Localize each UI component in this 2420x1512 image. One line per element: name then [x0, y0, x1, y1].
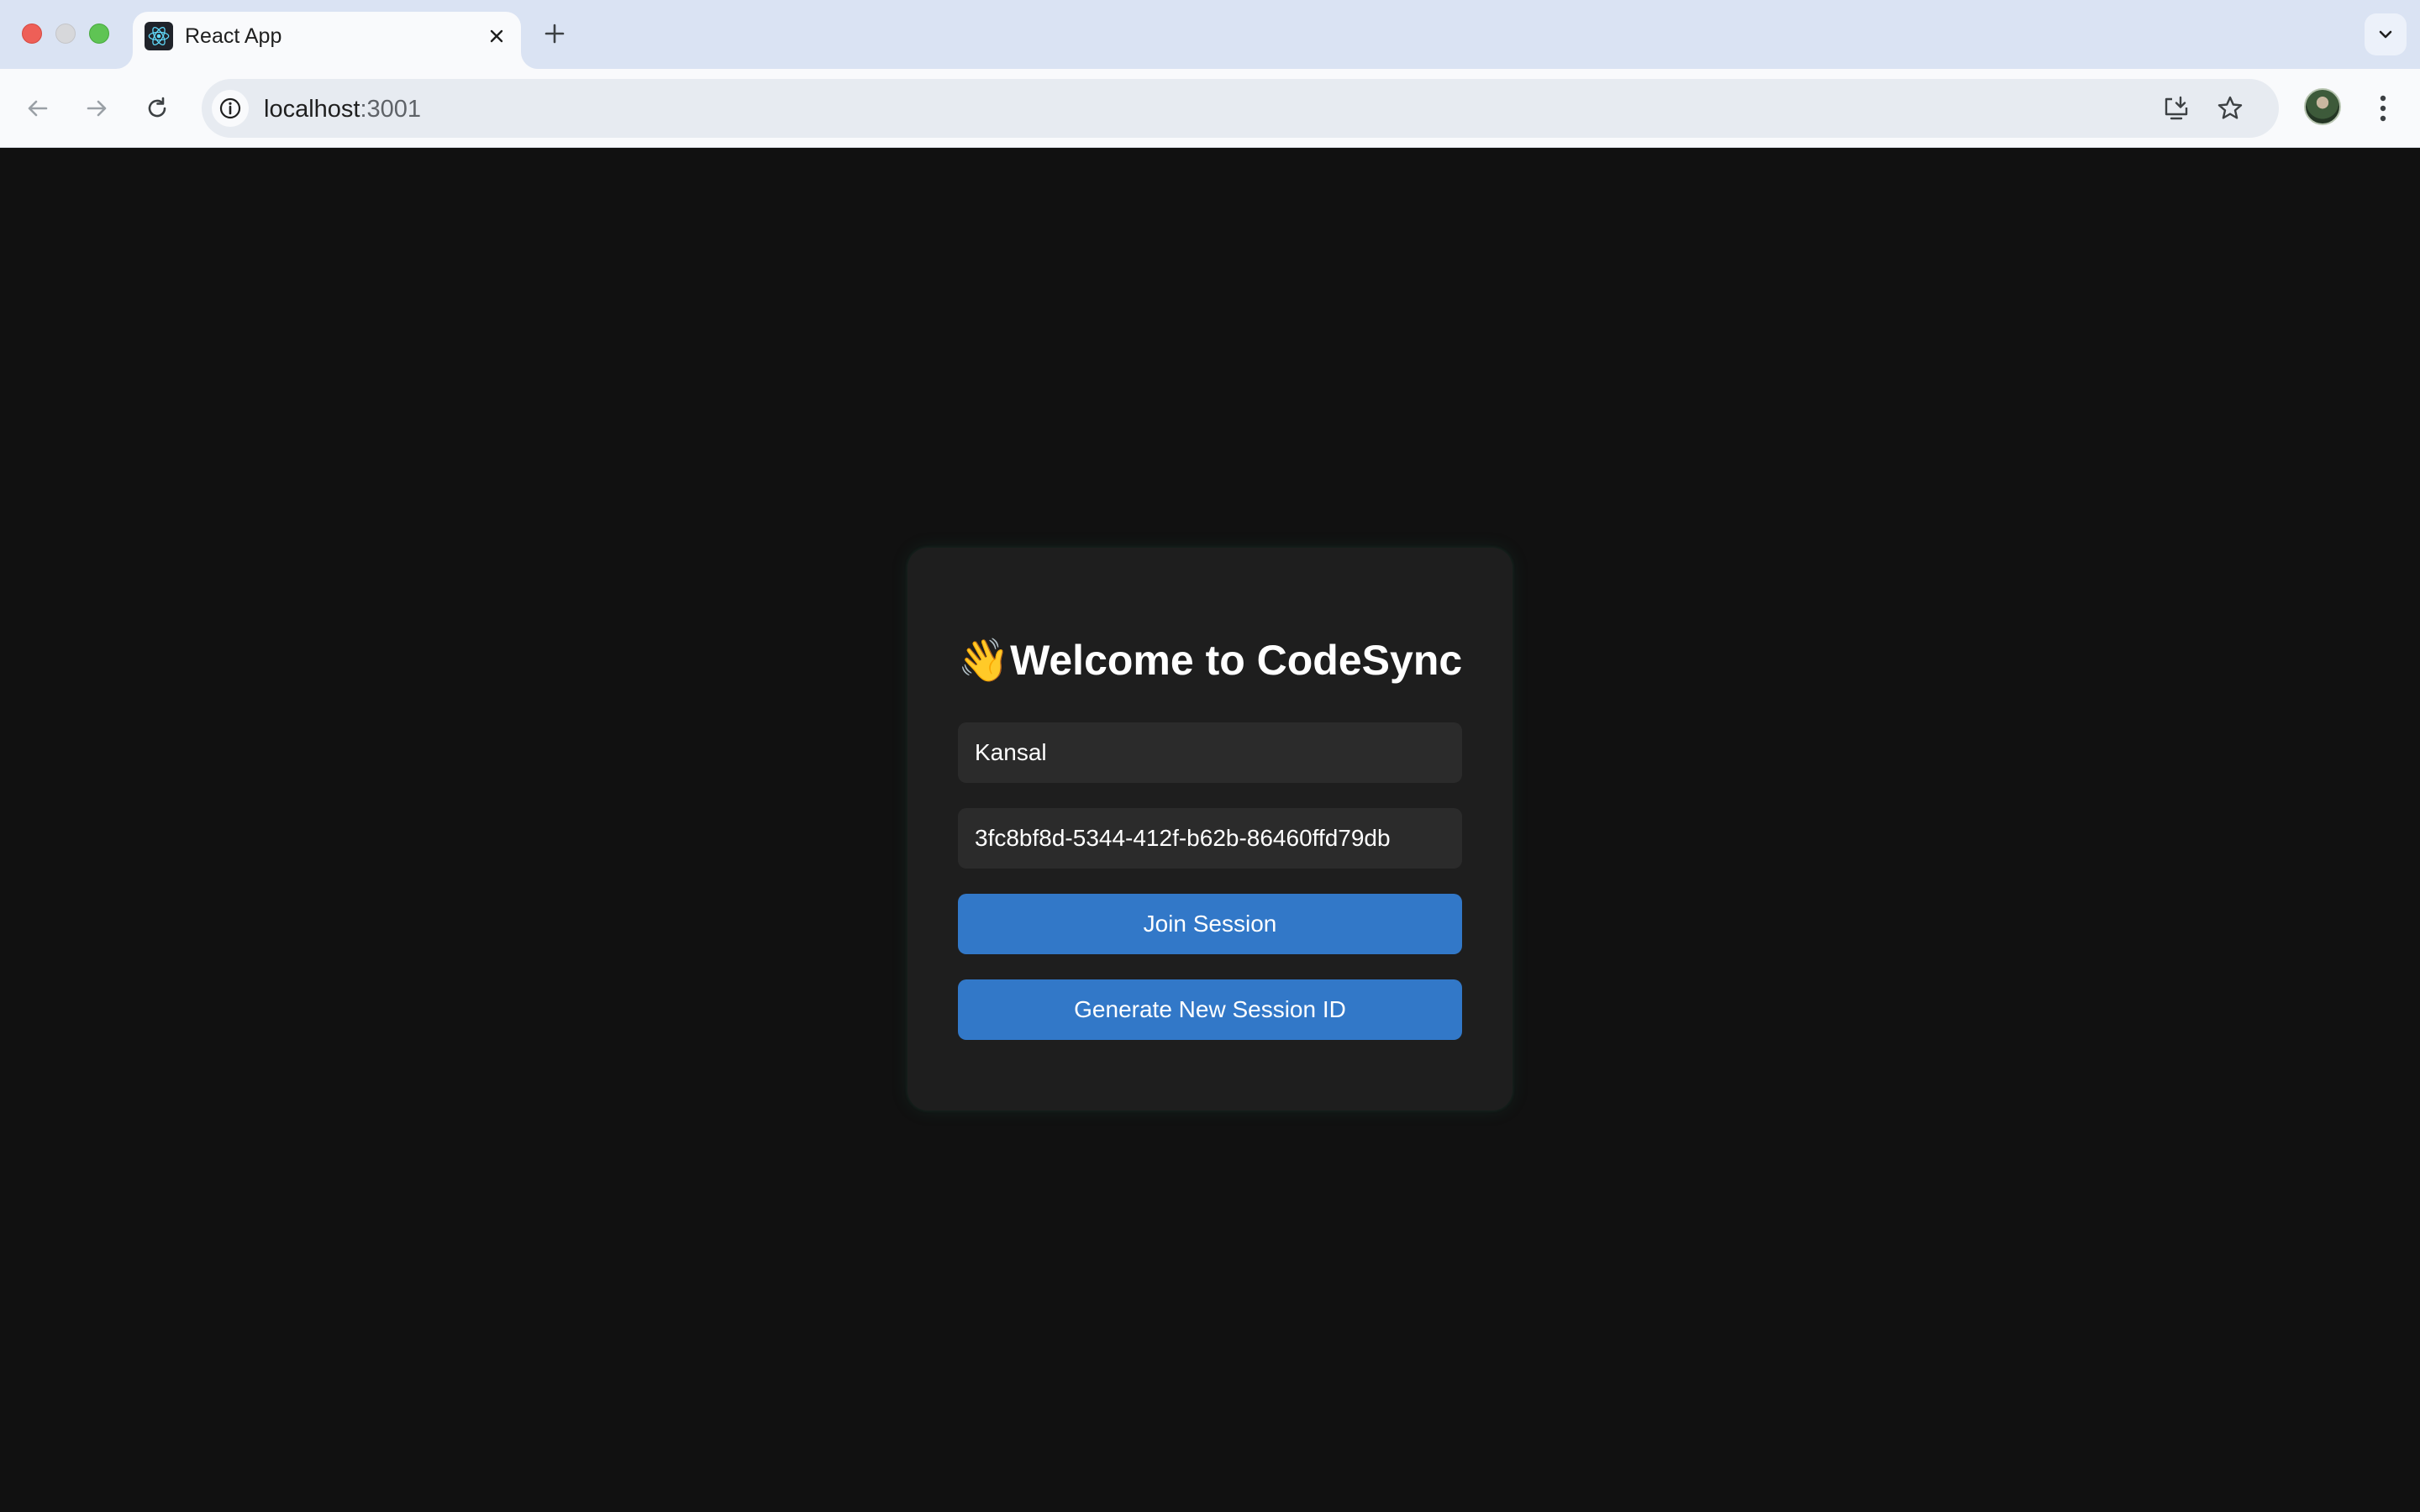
profile-avatar[interactable] [2304, 88, 2341, 125]
username-input[interactable] [958, 722, 1462, 783]
more-menu-icon[interactable] [2366, 87, 2400, 129]
join-session-button[interactable]: Join Session [958, 894, 1462, 954]
close-window-button[interactable] [22, 24, 42, 44]
reload-icon[interactable] [136, 87, 178, 129]
generate-session-id-button[interactable]: Generate New Session ID [958, 979, 1462, 1040]
waving-hand-icon: 👋 [957, 637, 1011, 684]
address-bar[interactable]: localhost:3001 [202, 79, 2279, 138]
maximize-window-button[interactable] [89, 24, 109, 44]
bookmark-star-icon[interactable] [2212, 90, 2249, 127]
tab-search-icon[interactable] [2365, 13, 2407, 55]
site-info-icon[interactable] [212, 90, 249, 127]
minimize-window-button[interactable] [55, 24, 76, 44]
install-app-icon[interactable] [2158, 90, 2195, 127]
session-id-input[interactable] [958, 808, 1462, 869]
tab-title: React App [185, 24, 282, 48]
react-logo-icon [145, 22, 173, 50]
back-arrow-icon[interactable] [17, 87, 59, 129]
welcome-card: 👋Welcome to CodeSync Join Session Genera… [908, 548, 1512, 1110]
tab-strip: React App [0, 0, 2420, 69]
page-viewport: 👋Welcome to CodeSync Join Session Genera… [0, 148, 2420, 1512]
url-port: :3001 [360, 96, 422, 123]
new-tab-icon[interactable] [538, 17, 571, 50]
url-host: localhost [264, 96, 360, 123]
browser-toolbar: localhost:3001 [0, 69, 2420, 148]
title-text: Welcome to CodeSync [1010, 637, 1463, 684]
url-text: localhost:3001 [264, 95, 421, 123]
page-title: 👋Welcome to CodeSync [908, 635, 1512, 685]
forward-arrow-icon[interactable] [76, 87, 118, 129]
close-tab-icon[interactable] [482, 22, 511, 50]
browser-tab[interactable]: React App [133, 12, 521, 69]
